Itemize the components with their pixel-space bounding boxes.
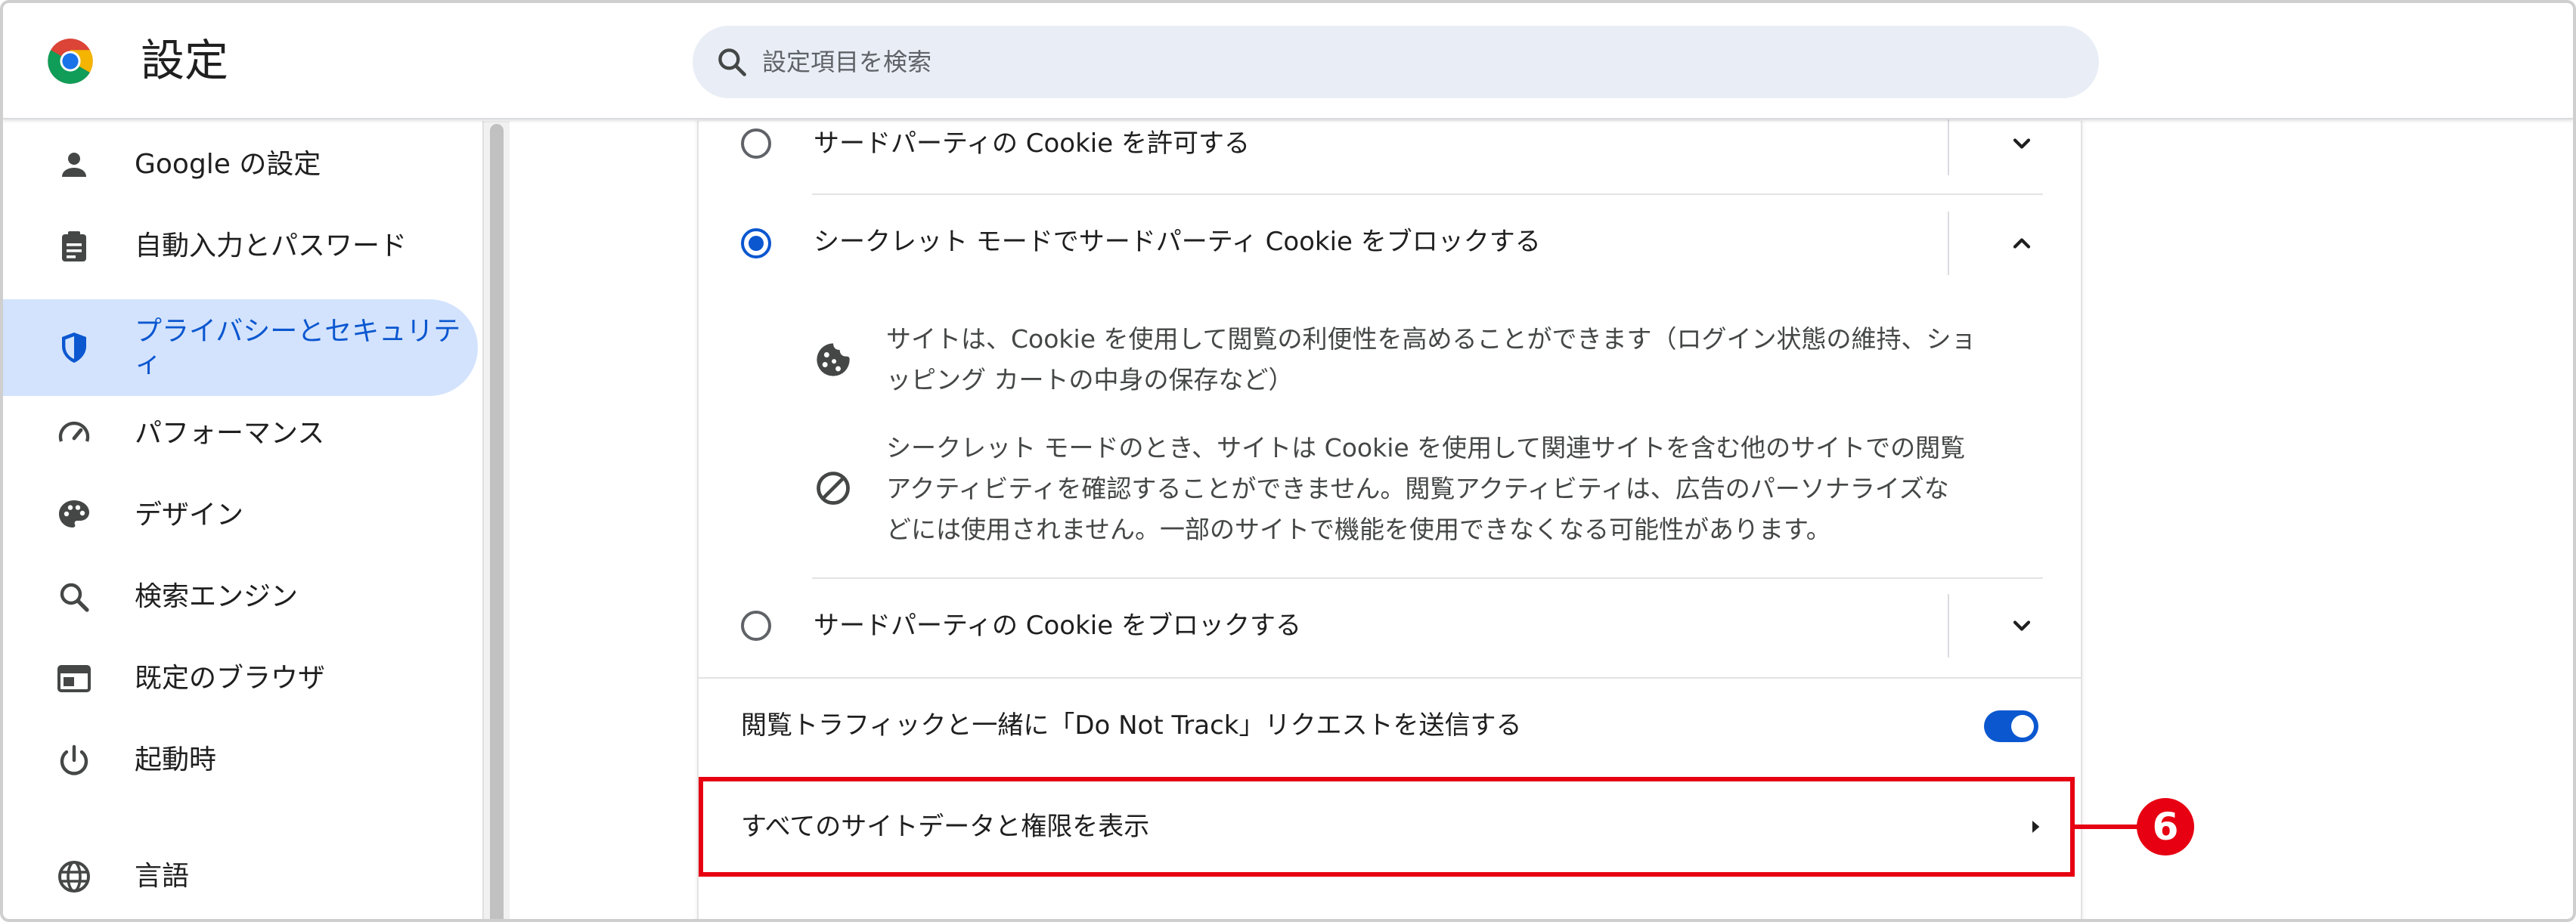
sidebar-item-label: パフォーマンス	[135, 418, 325, 449]
shield-icon	[62, 333, 86, 363]
arrow-right-icon	[2032, 821, 2040, 833]
detail-line: ッピング カートの中身の保存など）	[886, 365, 1294, 394]
site-data-label: すべてのサイトデータと権限を表示	[741, 812, 1150, 842]
detail-line: どには使用されません。一部のサイトで機能を使用できなくなる可能性があります。	[886, 515, 1831, 544]
option-label: サードパーティの Cookie を許可する	[814, 128, 1250, 159]
sidebar-scrollbar-thumb[interactable]	[490, 124, 504, 919]
detail-line: アクティビティを確認することができません。閲覧アクティビティは、広告のパーソナラ…	[886, 474, 1949, 503]
sidebar-item-language[interactable]: 言語	[3, 836, 478, 917]
sidebar-active-label-line1: プライバシーとセキュリテ	[135, 316, 461, 347]
detail-line: サイトは、Cookie を使用して閲覧の利便性を高めることができます（ログイン状…	[886, 324, 1976, 354]
do-not-track-toggle[interactable]	[1984, 710, 2038, 742]
divider	[812, 577, 2043, 579]
clipboard-icon	[62, 231, 86, 261]
search-bar[interactable]	[693, 26, 2099, 98]
settings-window: 設定 Google の設定 自動入力とパスワー	[0, 0, 2576, 922]
sidebar-item-label: 言語	[135, 861, 190, 892]
sidebar-item-performance[interactable]: パフォーマンス	[3, 393, 478, 475]
sidebar-item-autofill[interactable]: 自動入力とパスワード	[3, 206, 478, 287]
speedometer-icon	[58, 421, 90, 442]
browser-window-icon	[57, 665, 91, 692]
chevron-down-icon[interactable]	[2008, 130, 2035, 157]
cookie-icon	[817, 343, 850, 376]
option-block-in-incognito[interactable]: シークレット モードでサードパーティ Cookie をブロックする	[699, 212, 2081, 310]
chevron-down-icon[interactable]	[2008, 612, 2035, 639]
sidebar-item-label: Google の設定	[135, 149, 321, 180]
sidebar-item-label: プライバシーとセキュリテ ィ	[135, 316, 482, 379]
page-title: 設定	[141, 35, 229, 86]
sidebar-item-label: 既定のブラウザ	[135, 663, 326, 694]
sidebar-item-search-engine[interactable]: 検索エンジン	[3, 556, 478, 638]
option-allow-third-party-cookies[interactable]: サードパーティの Cookie を許可する	[699, 112, 2081, 219]
blocked-icon	[817, 472, 850, 505]
person-icon	[62, 153, 86, 177]
divider	[1948, 112, 1949, 175]
incognito-detail-text: シークレット モードのとき、サイトは Cookie を使用して関連サイトを含む他…	[886, 428, 2035, 550]
radio-button[interactable]	[741, 611, 771, 641]
site-data-permissions-link[interactable]: すべてのサイトデータと権限を表示	[699, 777, 2075, 877]
sidebar-item-google-settings[interactable]: Google の設定	[3, 124, 478, 206]
palette-icon	[59, 500, 89, 528]
sidebar-active-label-line2: ィ	[135, 348, 163, 379]
sidebar-item-label: 検索エンジン	[135, 581, 299, 612]
do-not-track-label: 閲覧トラフィックと一緒に「Do Not Track」リクエストを送信する	[741, 710, 1522, 741]
power-icon	[60, 744, 88, 775]
sidebar-item-privacy-security[interactable]: プライバシーとセキュリテ ィ	[3, 299, 478, 396]
chrome-logo-icon	[48, 39, 93, 84]
sidebar: Google の設定 自動入力とパスワード プライバシーとセキュリテ ィ パフォ…	[3, 121, 487, 919]
callout-badge: 6	[2137, 798, 2194, 855]
search-icon	[60, 583, 89, 612]
option-label: サードパーティの Cookie をブロックする	[814, 611, 1301, 641]
divider	[699, 677, 2081, 679]
divider	[1948, 594, 1949, 657]
sidebar-item-default-browser[interactable]: 既定のブラウザ	[3, 638, 478, 719]
globe-icon	[58, 861, 90, 893]
header: 設定	[3, 3, 2573, 119]
detail-line: シークレット モードのとき、サイトは Cookie を使用して関連サイトを含む他…	[886, 433, 1966, 463]
search-input[interactable]	[762, 42, 2047, 82]
option-label: シークレット モードでサードパーティ Cookie をブロックする	[814, 227, 1541, 257]
search-icon	[718, 48, 746, 76]
sidebar-item-label: 起動時	[135, 744, 217, 775]
divider	[1948, 212, 1949, 275]
chevron-up-icon[interactable]	[2008, 230, 2035, 257]
cookie-settings-card: サードパーティの Cookie を許可する シークレット モードでサードパーティ…	[697, 112, 2082, 919]
option-block-third-party-cookies[interactable]: サードパーティの Cookie をブロックする	[699, 591, 2081, 689]
sidebar-item-label: 自動入力とパスワード	[135, 230, 408, 261]
cookie-detail-text: サイトは、Cookie を使用して閲覧の利便性を高めることができます（ログイン状…	[886, 319, 2035, 401]
sidebar-item-label: デザイン	[135, 500, 244, 531]
divider	[812, 193, 2043, 195]
radio-button[interactable]	[741, 128, 771, 159]
radio-button-selected[interactable]	[741, 228, 771, 258]
sidebar-item-design[interactable]: デザイン	[3, 475, 478, 556]
sidebar-item-on-startup[interactable]: 起動時	[3, 719, 478, 801]
callout-line	[2073, 825, 2143, 829]
